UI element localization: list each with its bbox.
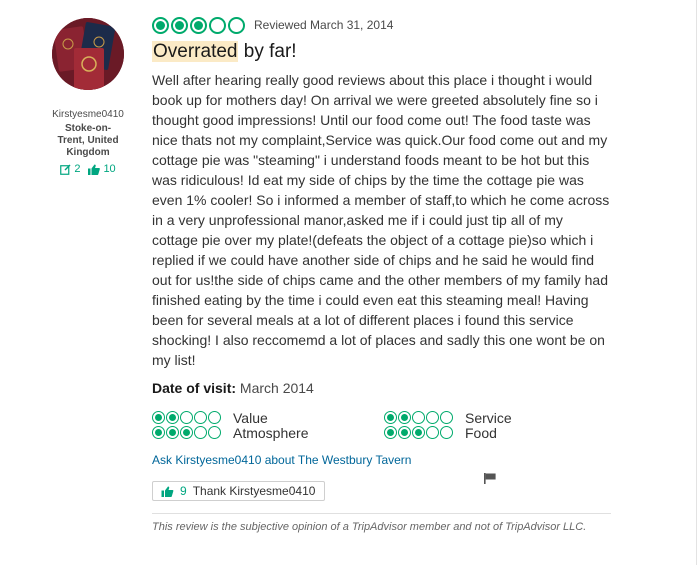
bubble-empty-icon (426, 426, 439, 439)
sub-ratings: Value Service Atmosphere Food (152, 409, 612, 441)
sub-rating-food: Food (384, 424, 612, 441)
bubble-filled-icon (166, 426, 179, 439)
bubble-filled-icon (384, 411, 397, 424)
reviewer-info: Kirstyesme0410 Stoke-on-Trent, United Ki… (38, 18, 138, 175)
bubble-empty-icon (208, 411, 221, 424)
bubble-empty-icon (180, 411, 193, 424)
ask-reviewer-link[interactable]: Ask Kirstyesme0410 about The Westbury Ta… (152, 453, 612, 467)
bubble-empty-icon (208, 426, 221, 439)
bubble-empty-icon (194, 426, 207, 439)
disclaimer: This review is the subjective opinion of… (152, 521, 587, 533)
sub-rating-label: Value (233, 409, 268, 426)
divider (152, 513, 611, 514)
reviewer-location: Stoke-on-Trent, United Kingdom (57, 123, 119, 158)
rating-row: Reviewed March 31, 2014 (152, 16, 612, 34)
review-count-stat: 2 (60, 163, 80, 175)
thumbs-up-icon (88, 164, 101, 175)
visit-value: March 2014 (236, 380, 314, 396)
sub-rating-value: Value (152, 409, 384, 426)
bubble-filled-icon (384, 426, 397, 439)
date-of-visit: Date of visit: March 2014 (152, 380, 612, 396)
review-pencil-icon (60, 164, 71, 175)
bubble-filled-icon (180, 426, 193, 439)
bubble-filled-icon (398, 411, 411, 424)
sub-rating-label: Atmosphere (233, 424, 309, 441)
report-flag-icon[interactable] (484, 471, 496, 489)
bubble-filled-icon (398, 426, 411, 439)
review-title[interactable]: Overrated by far! (152, 40, 612, 64)
passport-photo-icon (52, 18, 124, 90)
review-content: Reviewed March 31, 2014 Overrated by far… (152, 16, 612, 534)
helpful-votes-stat: 10 (88, 163, 116, 175)
thank-row: 9 Thank Kirstyesme0410 (152, 481, 612, 501)
bubble-empty-icon (228, 16, 245, 34)
bubble-empty-icon (412, 411, 425, 424)
review-date: Reviewed March 31, 2014 (254, 18, 394, 32)
bubble-empty-icon (426, 411, 439, 424)
thumbs-up-icon (161, 486, 174, 497)
review-body: Well after hearing really good reviews a… (152, 72, 610, 368)
review-title-highlight: Overrated (152, 41, 239, 62)
sub-rating-label: Service (465, 409, 512, 426)
sub-rating-bubbles (152, 426, 221, 439)
bubble-empty-icon (194, 411, 207, 424)
bubble-empty-icon (440, 426, 453, 439)
sub-rating-bubbles (152, 411, 221, 424)
thank-count: 9 (180, 484, 187, 498)
bubble-filled-icon (171, 16, 188, 34)
reviewer-stats: 2 10 (38, 163, 138, 175)
bubble-filled-icon (190, 16, 207, 34)
review-count: 2 (74, 163, 81, 175)
visit-label: Date of visit: (152, 380, 237, 396)
helpful-votes: 10 (103, 163, 116, 175)
bubble-filled-icon (152, 16, 169, 34)
sub-rating-bubbles (384, 411, 453, 424)
bubble-filled-icon (166, 411, 179, 424)
bubble-filled-icon (152, 426, 165, 439)
bubble-empty-icon (440, 411, 453, 424)
sub-rating-atmosphere: Atmosphere (152, 424, 384, 441)
thank-button[interactable]: 9 Thank Kirstyesme0410 (152, 481, 326, 501)
bubble-filled-icon (412, 426, 425, 439)
avatar[interactable] (52, 18, 124, 90)
reviewer-name[interactable]: Kirstyesme0410 (38, 109, 138, 120)
bubble-empty-icon (209, 16, 226, 34)
sub-rating-label: Food (465, 424, 497, 441)
sub-rating-service: Service (384, 409, 612, 426)
bubble-filled-icon (152, 411, 165, 424)
bubble-rating (152, 16, 245, 34)
review-title-rest: by far! (238, 41, 297, 62)
sub-rating-bubbles (384, 426, 453, 439)
thank-label: Thank Kirstyesme0410 (192, 484, 316, 498)
review-card: Kirstyesme0410 Stoke-on-Trent, United Ki… (0, 0, 697, 565)
